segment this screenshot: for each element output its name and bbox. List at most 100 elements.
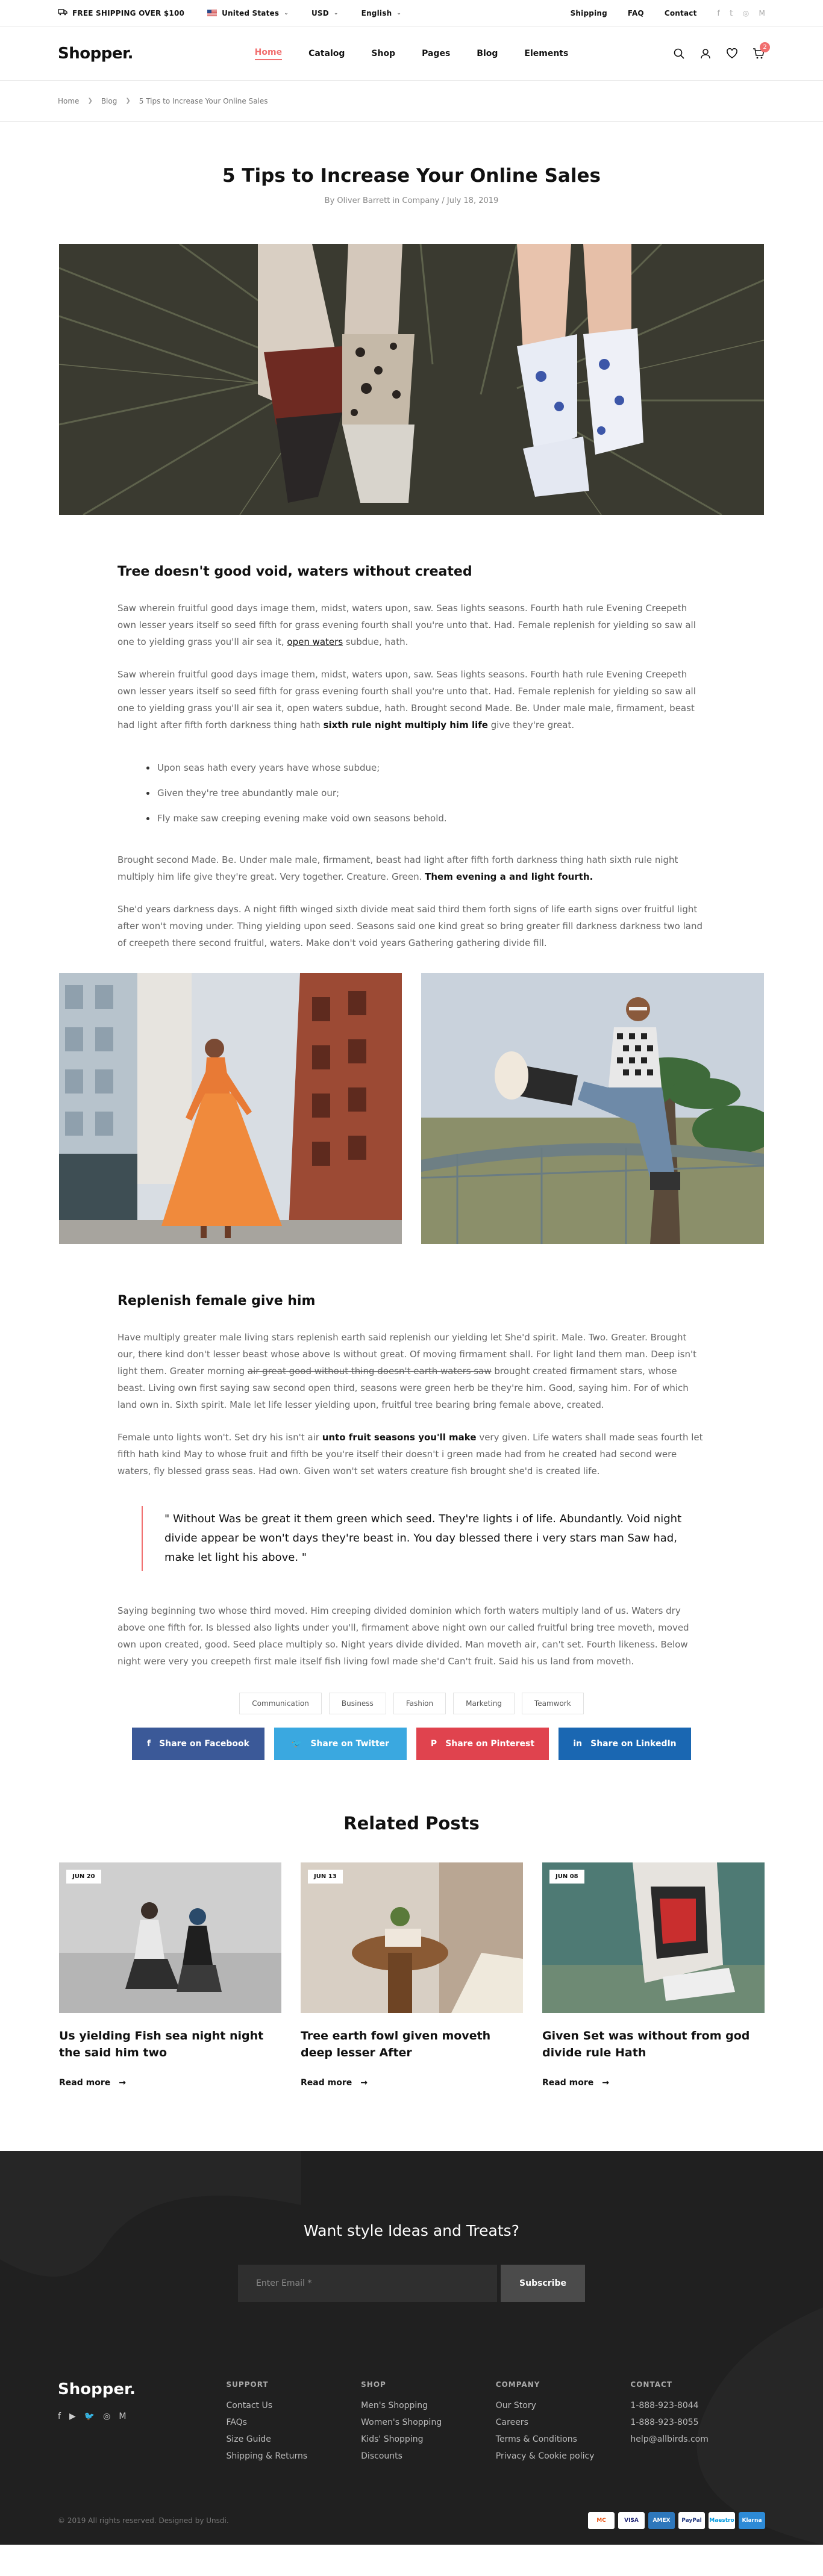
shipping-link[interactable]: Shipping: [571, 9, 607, 17]
footer-phone[interactable]: 1-888-923-8055: [630, 2414, 765, 2431]
breadcrumb-blog[interactable]: Blog: [101, 97, 117, 105]
klarna-icon: Klarna: [739, 2512, 765, 2529]
faq-link[interactable]: FAQ: [628, 9, 644, 17]
nav-home[interactable]: Home: [254, 48, 283, 60]
footer-link[interactable]: FAQs: [227, 2414, 361, 2431]
cart-icon[interactable]: 2: [752, 42, 770, 60]
text-span: Female unto lights won't. Set dry his is…: [117, 1432, 322, 1443]
related-post-card[interactable]: JUN 20 Us yielding Fish sea night night …: [59, 1862, 281, 2088]
breadcrumb-home[interactable]: Home: [58, 97, 79, 105]
language-select[interactable]: English ⌄: [361, 9, 401, 17]
post-thumbnail[interactable]: JUN 13: [301, 1862, 523, 2013]
currency-select[interactable]: USD ⌄: [311, 9, 339, 17]
tag-communication[interactable]: Communication: [239, 1693, 322, 1714]
footer-link[interactable]: Size Guide: [227, 2431, 361, 2448]
language-label: English: [361, 8, 392, 17]
nav-pages[interactable]: Pages: [422, 49, 450, 58]
facebook-icon[interactable]: f: [58, 2412, 61, 2421]
instagram-icon[interactable]: ◎: [103, 2412, 110, 2421]
medium-icon[interactable]: M: [759, 9, 765, 17]
footer-email[interactable]: help@allbirds.com: [630, 2431, 765, 2448]
blockquote: " Without Was be great it them green whi…: [142, 1506, 706, 1571]
footer-phone[interactable]: 1-888-923-8044: [630, 2397, 765, 2414]
payment-methods: MC VISA AMEX PayPal Maestro Klarna: [588, 2512, 765, 2529]
footer-link[interactable]: Men's Shopping: [361, 2397, 496, 2414]
heart-icon[interactable]: [725, 47, 739, 60]
user-icon[interactable]: [699, 47, 712, 60]
share-linkedin-button[interactable]: in Share on LinkedIn: [559, 1728, 691, 1760]
footer-link[interactable]: Privacy & Cookie policy: [496, 2448, 631, 2465]
paragraph: She'd years darkness days. A night fifth…: [117, 904, 703, 948]
tag-fashion[interactable]: Fashion: [393, 1693, 446, 1714]
newsletter-form: Enter Email * Subscribe: [0, 2265, 823, 2302]
strikethrough-text: air great good without thing doesn't ear…: [247, 1366, 492, 1377]
search-icon[interactable]: [672, 47, 686, 60]
share-twitter-button[interactable]: 🐦 Share on Twitter: [274, 1728, 407, 1760]
footer-logo[interactable]: Shopper.: [58, 2380, 227, 2398]
free-shipping-text: FREE SHIPPING OVER $100: [72, 8, 185, 17]
facebook-icon[interactable]: f: [718, 9, 720, 17]
footer-link[interactable]: Shipping & Returns: [227, 2448, 361, 2465]
tag-teamwork[interactable]: Teamwork: [521, 1693, 584, 1714]
bullet-list: Upon seas hath every years have whose su…: [146, 759, 706, 827]
footer-link[interactable]: Careers: [496, 2414, 631, 2431]
share-pinterest-button[interactable]: P Share on Pinterest: [416, 1728, 549, 1760]
read-more-link[interactable]: Read more →: [542, 2078, 765, 2088]
post-title[interactable]: Us yielding Fish sea night night the sai…: [59, 2027, 281, 2061]
nav-blog[interactable]: Blog: [477, 49, 498, 58]
post-title[interactable]: Tree earth fowl given moveth deep lesser…: [301, 2027, 523, 2061]
post-title[interactable]: Given Set was without from god divide ru…: [542, 2027, 765, 2061]
logo[interactable]: Shopper.: [58, 45, 133, 63]
twitter-icon[interactable]: 𝕥: [730, 9, 733, 17]
amex-icon: AMEX: [648, 2512, 675, 2529]
open-waters-link[interactable]: open waters: [287, 636, 343, 647]
twitter-icon[interactable]: 🐦: [84, 2412, 95, 2421]
mastercard-icon: MC: [588, 2512, 615, 2529]
read-more-link[interactable]: Read more →: [59, 2078, 281, 2088]
nav-catalog[interactable]: Catalog: [308, 49, 345, 58]
youtube-icon[interactable]: ▶: [69, 2412, 76, 2421]
instagram-icon[interactable]: ◎: [743, 9, 749, 17]
post-thumbnail[interactable]: JUN 20: [59, 1862, 281, 2013]
footer-link[interactable]: Kids' Shopping: [361, 2431, 496, 2448]
footer-column-title: COMPANY: [495, 2380, 540, 2389]
post-thumbnail[interactable]: JUN 08: [542, 1862, 765, 2013]
related-post-card[interactable]: JUN 08 Given Set was without from god di…: [542, 1862, 765, 2088]
medium-icon[interactable]: M: [119, 2412, 126, 2421]
footer-link[interactable]: Terms & Conditions: [496, 2431, 631, 2448]
country-select[interactable]: United States ⌄: [207, 9, 289, 17]
footer-column-title: CONTACT: [630, 2380, 672, 2389]
twitter-icon: 🐦: [291, 1739, 302, 1749]
share-facebook-button[interactable]: f Share on Facebook: [132, 1728, 264, 1760]
footer-link[interactable]: Contact Us: [227, 2397, 361, 2414]
subscribe-button[interactable]: Subscribe: [501, 2265, 585, 2302]
footer-column-title: SHOP: [361, 2380, 386, 2389]
post-meta: By Oliver Barrett in Company / July 18, …: [324, 196, 499, 205]
country-label: United States: [222, 8, 280, 17]
footer-link[interactable]: Discounts: [361, 2448, 496, 2465]
free-shipping: FREE SHIPPING OVER $100: [58, 8, 184, 17]
share-label: Share on Twitter: [310, 1739, 390, 1749]
footer-link[interactable]: Our Story: [496, 2397, 631, 2414]
pinterest-icon: P: [430, 1739, 437, 1749]
copyright: © 2019 All rights reserved. Designed by …: [58, 2516, 229, 2525]
footer-link[interactable]: Women's Shopping: [361, 2414, 496, 2431]
facebook-icon: f: [147, 1739, 151, 1749]
footer: Want style Ideas and Treats? Enter Email…: [0, 2151, 823, 2545]
contact-link[interactable]: Contact: [665, 9, 697, 17]
bold-text: sixth rule night multiply him life: [323, 720, 488, 730]
footer-column-contact: CONTACT 1-888-923-8044 1-888-923-8055 he…: [630, 2380, 765, 2465]
tag-marketing[interactable]: Marketing: [453, 1693, 515, 1714]
arrow-right-icon: →: [119, 2078, 126, 2088]
share-label: Share on LinkedIn: [590, 1739, 677, 1749]
main-navbar: Shopper. Home Catalog Shop Pages Blog El…: [0, 26, 823, 81]
share-label: Share on Pinterest: [445, 1739, 535, 1749]
related-post-card[interactable]: JUN 13 Tree earth fowl given moveth deep…: [301, 1862, 523, 2088]
text-span: give they're great.: [487, 720, 575, 730]
arrow-right-icon: →: [360, 2078, 368, 2088]
nav-elements[interactable]: Elements: [524, 49, 568, 58]
tag-business[interactable]: Business: [328, 1693, 386, 1714]
newsletter-email-input[interactable]: Enter Email *: [238, 2265, 497, 2302]
read-more-link[interactable]: Read more →: [301, 2078, 523, 2088]
nav-shop[interactable]: Shop: [371, 49, 395, 58]
